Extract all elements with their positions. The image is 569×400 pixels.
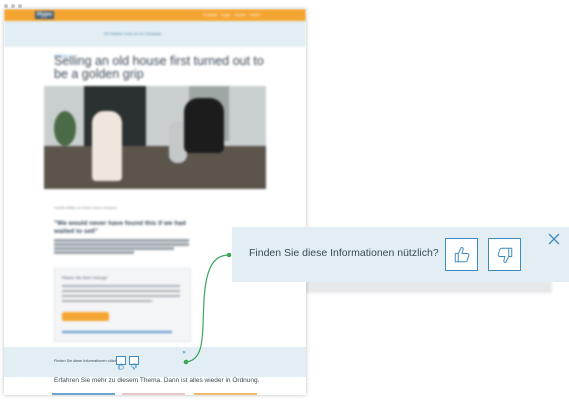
top-nav: Kontakt Login Suche Menü [203,12,260,17]
nav-item-menu[interactable]: Menü [250,12,260,17]
more-info-text: Erfahren Sie mehr zu diesem Thema. Dann … [54,377,260,384]
info-box: Planen Sie Ihren Umzug? [54,268,191,342]
dislike-button[interactable] [488,238,521,271]
photo-steps [44,146,266,189]
article-subheading: "We would never have found this if we ha… [54,220,186,235]
feedback-question: Finden Sie diese Informationen nützlich? [249,247,439,259]
teaser-thumbnail[interactable] [194,393,257,395]
photo-caption: Familie Müller vor ihrem neuen Zuhause [54,206,117,210]
info-box-button[interactable] [62,312,109,321]
like-button[interactable] [445,238,478,271]
nav-item-search[interactable]: Suche [235,12,246,17]
nav-item-login[interactable]: Login [221,12,231,17]
window-controls [4,4,22,8]
info-box-line [62,295,180,298]
info-banner: Ihr Partner rund um Ihr Zuhause [4,21,306,47]
nav-item-contact[interactable]: Kontakt [203,12,217,17]
window-dot[interactable] [11,4,15,8]
window-dot[interactable] [4,4,8,8]
paragraph-line [54,239,189,242]
info-box-line [62,290,180,293]
feedback-bar-dislike-button[interactable] [129,356,139,370]
paragraph-line [54,247,174,250]
photo-plant [54,111,76,146]
photo-person-mother [92,111,122,181]
article-photo [44,86,266,189]
window-dot[interactable] [18,4,22,8]
thumbs-down-icon [497,247,512,263]
feedback-bar: Finden Sie diese Informationen nützlich?… [4,347,306,377]
close-icon [548,233,560,245]
teaser-thumbnail[interactable] [122,393,185,395]
close-button[interactable] [548,232,560,245]
feedback-popup: Finden Sie diese Informationen nützlich? [232,227,569,282]
info-box-link[interactable] [62,331,172,334]
top-bar: Hypo Kontakt Login Suche Menü [4,9,306,21]
info-box-title: Planen Sie Ihren Umzug? [62,275,108,280]
feedback-bar-question: Finden Sie diese Informationen nützlich? [54,359,123,363]
paragraph-line [54,243,189,246]
photo-person-father [184,98,224,153]
thumbs-down-icon [131,363,137,370]
banner-text[interactable]: Ihr Partner rund um Ihr Zuhause [104,31,161,36]
info-box-line [62,285,180,288]
page-title: Selling an old house first turned out to… [54,54,264,81]
feedback-bar-like-button[interactable] [116,356,126,370]
paragraph-line [54,251,134,254]
thumbs-up-icon [454,246,469,262]
teaser-thumbnail[interactable] [52,393,115,395]
logo[interactable]: Hypo [35,11,54,19]
website-page: Hypo Kontakt Login Suche Menü Ihr Partne… [4,9,306,395]
close-icon[interactable]: ✕ [182,350,186,356]
photo-background [44,86,266,146]
thumbs-up-icon [118,363,124,370]
info-box-line [62,300,152,303]
